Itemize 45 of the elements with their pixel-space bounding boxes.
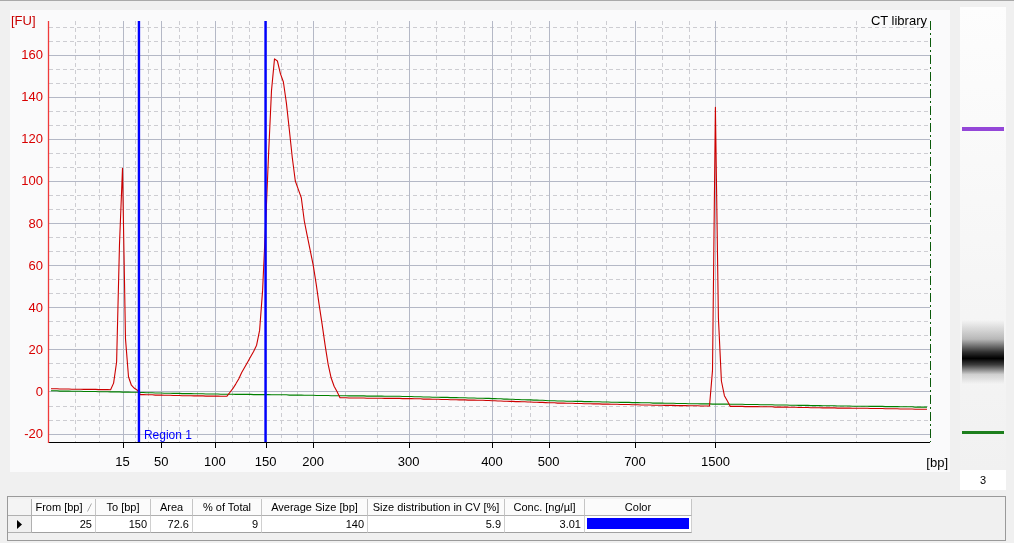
y-tick-label: 0 xyxy=(35,384,43,399)
column-header[interactable]: Color xyxy=(585,499,692,516)
lower-band xyxy=(962,431,1004,434)
x-tick-label: 300 xyxy=(397,454,420,469)
table-cell: 150 xyxy=(96,516,151,533)
x-tick-label: 200 xyxy=(302,454,325,469)
table-cell: 5.9 xyxy=(368,516,505,533)
column-header[interactable]: Average Size [bp] xyxy=(262,499,368,516)
y-tick-label: 60 xyxy=(28,257,43,273)
x-tick-label: 15 xyxy=(115,454,130,469)
column-header[interactable]: Conc. [ng/µl] xyxy=(505,499,585,516)
table-cell: 3.01 xyxy=(505,516,585,533)
y-tick-label: 120 xyxy=(21,131,43,147)
x-tick-label: 700 xyxy=(624,454,646,469)
x-tick-label: 100 xyxy=(204,454,226,469)
x-tick-label: 150 xyxy=(254,454,277,469)
x-tick-label: 50 xyxy=(154,454,169,469)
y-tick-label: 100 xyxy=(21,173,43,189)
y-tick-label: -20 xyxy=(24,426,43,442)
x-tick-label: 500 xyxy=(537,454,560,469)
column-header[interactable]: Size distribution in CV [%] xyxy=(368,499,505,516)
table-cell: 72.6 xyxy=(151,516,193,533)
y-tick-label: 40 xyxy=(28,299,43,315)
table-cell: 9 xyxy=(193,516,262,533)
region-label: Region 1 xyxy=(143,428,192,442)
x-tick-label: 400 xyxy=(481,454,503,469)
chart-title: CT library xyxy=(870,13,927,28)
lane-number: 3 xyxy=(960,470,1006,490)
y-tick-label: 80 xyxy=(28,215,43,231)
y-tick-label: 160 xyxy=(21,47,43,63)
y-tick-label: 20 xyxy=(28,341,43,357)
y-tick-label: 140 xyxy=(21,89,43,105)
column-header[interactable]: To [bp] xyxy=(96,499,151,516)
x-axis-title: [bp] xyxy=(926,455,948,470)
table-cell: 140 xyxy=(262,516,368,533)
sort-icon xyxy=(86,502,92,512)
column-header[interactable]: From [bp] xyxy=(32,499,96,516)
column-header[interactable]: % of Total xyxy=(193,499,262,516)
upper-band xyxy=(962,127,1004,131)
current-row-icon xyxy=(17,519,22,529)
table-cell: 25 xyxy=(32,516,96,533)
x-tick-label: 1500 xyxy=(701,454,730,469)
column-header[interactable]: Area xyxy=(151,499,193,516)
sample-band xyxy=(962,320,1004,384)
y-axis-title: [FU] xyxy=(11,13,36,28)
